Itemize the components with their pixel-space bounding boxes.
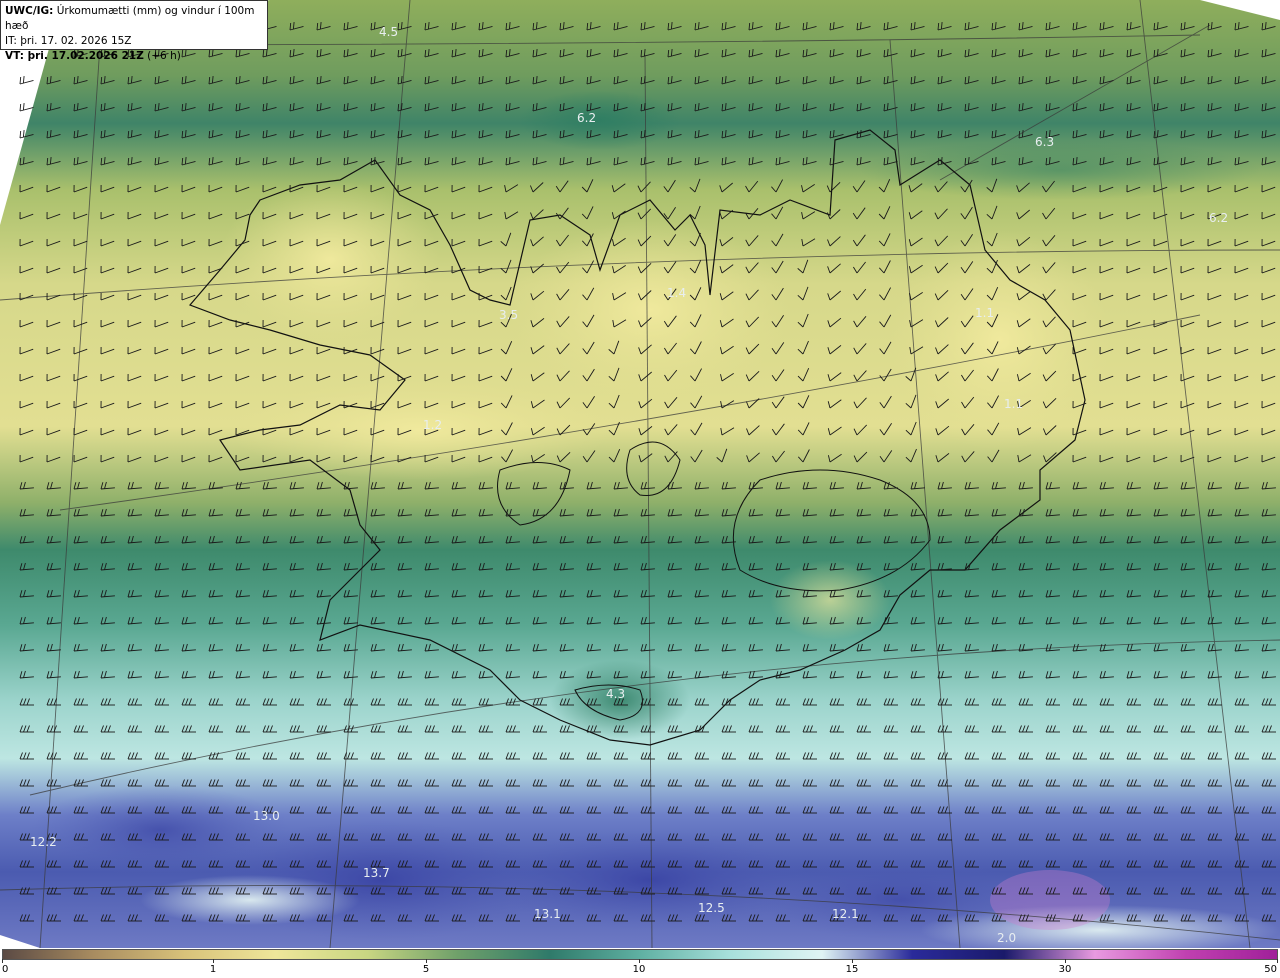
colorbar-strip xyxy=(2,949,1278,960)
value-label: 12.1 xyxy=(832,907,859,921)
colorbar-tick: 15 xyxy=(845,964,859,975)
init-time: IT: þri. 17. 02. 2026 15Z xyxy=(5,35,132,47)
value-label: 13.0 xyxy=(253,809,280,823)
colorbar-tick: 1 xyxy=(209,964,217,975)
value-label: 6.2 xyxy=(577,111,596,125)
valid-time: VT: þri. 17.02.2026 21Z xyxy=(5,50,144,62)
value-label: 1.2 xyxy=(423,418,442,432)
colorbar-tick: 5 xyxy=(422,964,430,975)
value-label: 1.4 xyxy=(667,286,686,300)
precipitation-map: 4.5 6.2 6.3 6.2 3.5 1.4 1.1 1.1 1.2 4.3 … xyxy=(0,0,1280,948)
title-line: UWC/IG: Úrkomumætti (mm) og vindur í 100… xyxy=(5,4,263,34)
colorbar-tick: 0 xyxy=(2,964,9,975)
colorbar-tick: 50 xyxy=(1264,964,1277,975)
value-label: 6.2 xyxy=(1209,211,1228,225)
weather-map-view: 4.5 6.2 6.3 6.2 3.5 1.4 1.1 1.1 1.2 4.3 … xyxy=(0,0,1280,978)
forecast-offset: (+6 h) xyxy=(147,50,181,62)
value-label: 13.1 xyxy=(534,907,561,921)
value-label: 1.1 xyxy=(975,306,994,320)
valid-time-line: VT: þri. 17.02.2026 21Z (+6 h) xyxy=(5,49,263,64)
colorbar-tick: 30 xyxy=(1058,964,1072,975)
value-label: 12.5 xyxy=(698,901,725,915)
value-label: 13.7 xyxy=(363,866,390,880)
colorbar: 0 1 5 10 15 30 50 xyxy=(0,948,1280,978)
value-label: 3.5 xyxy=(499,308,518,322)
value-label: 2.0 xyxy=(997,931,1016,945)
value-label: 6.3 xyxy=(1035,135,1054,149)
colorbar-tick: 10 xyxy=(632,964,646,975)
value-label: 1.1 xyxy=(1004,397,1023,411)
map-title-box: UWC/IG: Úrkomumætti (mm) og vindur í 100… xyxy=(0,0,268,62)
value-label: 12.2 xyxy=(30,835,57,849)
value-label: 4.3 xyxy=(606,687,625,701)
model-name: UWC/IG: xyxy=(5,5,54,17)
value-label: 4.5 xyxy=(379,25,398,39)
